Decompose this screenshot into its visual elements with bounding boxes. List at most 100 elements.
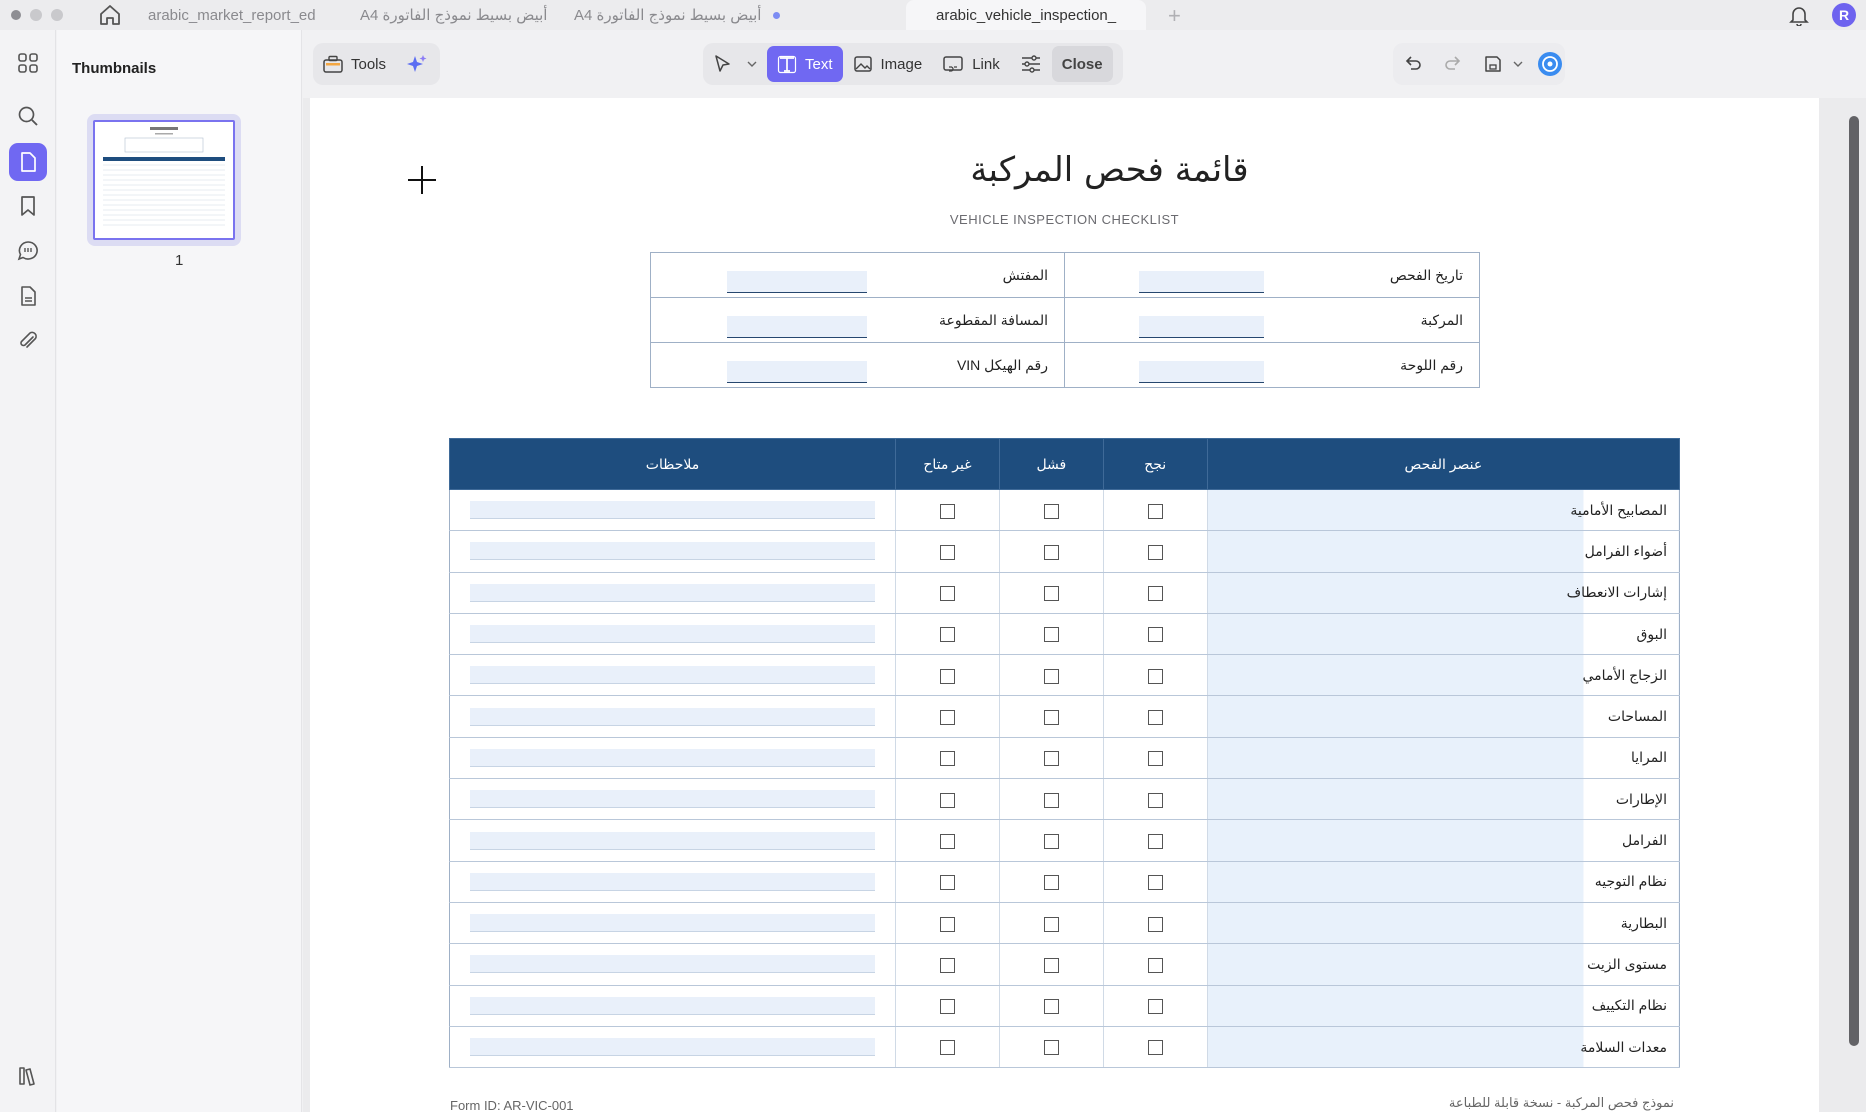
tab-market-report[interactable]: arabic_market_report_ed — [148, 0, 358, 30]
redo-button[interactable] — [1433, 46, 1473, 82]
na-checkbox[interactable] — [939, 503, 955, 519]
notes-field[interactable] — [470, 790, 876, 809]
na-checkbox[interactable] — [939, 627, 955, 643]
notes-field[interactable] — [470, 583, 876, 602]
notes-field[interactable] — [470, 831, 876, 850]
pass-checkbox[interactable] — [1147, 1040, 1163, 1056]
fail-checkbox[interactable] — [1043, 957, 1059, 973]
tools-button[interactable]: Tools — [313, 46, 396, 82]
vin-field[interactable] — [727, 361, 867, 383]
notes-field[interactable] — [470, 872, 876, 891]
page-thumbnail[interactable] — [87, 114, 241, 246]
na-checkbox[interactable] — [939, 586, 955, 602]
fail-checkbox[interactable] — [1043, 751, 1059, 767]
ai-sparkle-icon[interactable] — [396, 46, 438, 82]
window-close-button[interactable] — [11, 10, 21, 20]
pass-checkbox[interactable] — [1147, 916, 1163, 932]
fail-checkbox[interactable] — [1043, 916, 1059, 932]
fail-checkbox[interactable] — [1043, 668, 1059, 684]
fail-checkbox[interactable] — [1043, 627, 1059, 643]
fail-checkbox[interactable] — [1043, 503, 1059, 519]
document-canvas[interactable]: قائمة فحص المركبة VEHICLE INSPECTION CHE… — [303, 98, 1866, 1112]
pass-checkbox[interactable] — [1147, 668, 1163, 684]
notes-field[interactable] — [470, 625, 876, 644]
image-tool-button[interactable]: Image — [843, 46, 933, 82]
na-checkbox[interactable] — [939, 957, 955, 973]
notes-field[interactable] — [470, 707, 876, 726]
text-tool-button[interactable]: Text — [767, 46, 843, 82]
avatar[interactable]: R — [1832, 3, 1856, 27]
ai-assistant-icon[interactable] — [1533, 46, 1567, 82]
na-checkbox[interactable] — [939, 751, 955, 767]
inspector-field[interactable] — [727, 271, 867, 293]
pass-checkbox[interactable] — [1147, 586, 1163, 602]
pass-checkbox[interactable] — [1147, 792, 1163, 808]
pass-checkbox[interactable] — [1147, 710, 1163, 726]
notes-field[interactable] — [470, 1038, 876, 1056]
properties-button[interactable] — [1010, 46, 1052, 82]
pass-checkbox[interactable] — [1147, 503, 1163, 519]
bell-icon[interactable] — [1788, 4, 1810, 31]
library-icon[interactable] — [9, 1057, 47, 1095]
pass-checkbox[interactable] — [1147, 627, 1163, 643]
form-id[interactable]: Form ID: AR-VIC-001 — [450, 1098, 574, 1112]
tab-vehicle-inspection[interactable]: arabic_vehicle_inspection_ — [906, 0, 1146, 30]
fail-checkbox[interactable] — [1043, 710, 1059, 726]
attachment-icon[interactable] — [9, 322, 47, 360]
notes-field[interactable] — [470, 748, 876, 767]
date-field[interactable] — [1139, 271, 1264, 293]
save-button[interactable] — [1473, 46, 1533, 82]
fail-checkbox[interactable] — [1043, 875, 1059, 891]
notes-field[interactable] — [470, 542, 876, 561]
home-icon[interactable] — [98, 4, 122, 26]
na-checkbox[interactable] — [939, 833, 955, 849]
pages-icon[interactable] — [9, 143, 47, 181]
fail-checkbox[interactable] — [1043, 833, 1059, 849]
fail-checkbox[interactable] — [1043, 792, 1059, 808]
na-checkbox[interactable] — [939, 916, 955, 932]
close-edit-button[interactable]: Close — [1051, 46, 1113, 82]
pass-checkbox[interactable] — [1147, 833, 1163, 849]
na-checkbox[interactable] — [939, 1040, 955, 1056]
new-tab-button[interactable]: + — [1168, 3, 1181, 29]
document-page[interactable]: قائمة فحص المركبة VEHICLE INSPECTION CHE… — [310, 98, 1819, 1112]
link-tool-button[interactable]: Link — [932, 46, 1010, 82]
vehicle-field[interactable] — [1139, 316, 1264, 338]
pass-checkbox[interactable] — [1147, 751, 1163, 767]
fail-checkbox[interactable] — [1043, 544, 1059, 560]
pass-checkbox[interactable] — [1147, 957, 1163, 973]
page-subtitle[interactable]: VEHICLE INSPECTION CHECKLIST — [310, 212, 1819, 227]
na-checkbox[interactable] — [939, 999, 955, 1015]
plate-field[interactable] — [1139, 361, 1264, 383]
apps-grid-icon[interactable] — [9, 44, 47, 82]
na-checkbox[interactable] — [939, 792, 955, 808]
na-checkbox[interactable] — [939, 668, 955, 684]
tab-invoice-2[interactable]: أبيض بسيط نموذج الفاتورة A4 — [574, 0, 784, 30]
tab-invoice-1[interactable]: أبيض بسيط نموذج الفاتورة A4 — [360, 0, 570, 30]
select-tool-button[interactable] — [703, 46, 767, 82]
mileage-field[interactable] — [727, 316, 867, 338]
window-minimize-button[interactable] — [30, 9, 42, 21]
na-checkbox[interactable] — [939, 710, 955, 726]
na-checkbox[interactable] — [939, 875, 955, 891]
form-icon[interactable] — [9, 277, 47, 315]
fail-checkbox[interactable] — [1043, 1040, 1059, 1056]
pass-checkbox[interactable] — [1147, 544, 1163, 560]
vertical-scrollbar[interactable] — [1849, 116, 1859, 1046]
na-checkbox[interactable] — [939, 544, 955, 560]
comment-icon[interactable] — [9, 232, 47, 270]
notes-field[interactable] — [470, 666, 876, 685]
notes-field[interactable] — [470, 501, 876, 520]
search-icon[interactable] — [9, 97, 47, 135]
page-title[interactable]: قائمة فحص المركبة — [310, 150, 1819, 190]
notes-field[interactable] — [470, 955, 876, 974]
footer-caption[interactable]: نموذج فحص المركبة - نسخة قابلة للطباعة — [1449, 1095, 1674, 1111]
pass-checkbox[interactable] — [1147, 875, 1163, 891]
fail-checkbox[interactable] — [1043, 586, 1059, 602]
window-zoom-button[interactable] — [51, 9, 63, 21]
undo-button[interactable] — [1393, 46, 1433, 82]
notes-field[interactable] — [470, 914, 876, 933]
notes-field[interactable] — [470, 996, 876, 1015]
bookmark-icon[interactable] — [9, 187, 47, 225]
pass-checkbox[interactable] — [1147, 999, 1163, 1015]
